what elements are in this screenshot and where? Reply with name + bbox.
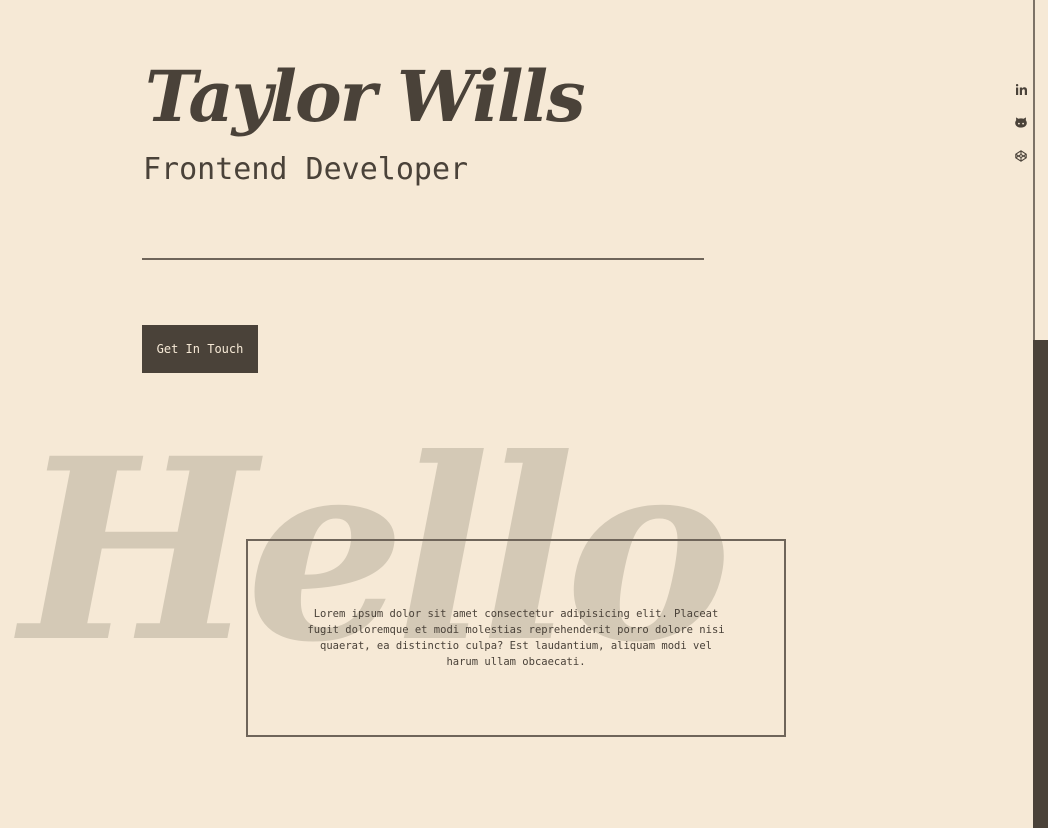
- get-in-touch-button[interactable]: Get In Touch: [142, 325, 258, 373]
- hero-role: Frontend Developer: [143, 152, 469, 187]
- social-links: [1010, 82, 1032, 183]
- codepen-icon: [1015, 150, 1027, 162]
- github-icon: [1015, 117, 1027, 128]
- linkedin-icon: [1015, 84, 1027, 95]
- about-box: Lorem ipsum dolor sit amet consectetur a…: [246, 539, 786, 737]
- codepen-link[interactable]: [1010, 150, 1032, 168]
- about-text: Lorem ipsum dolor sit amet consectetur a…: [307, 608, 725, 668]
- hero-divider: [142, 258, 704, 260]
- hero-name: Taylor Wills: [145, 55, 586, 138]
- github-link[interactable]: [1010, 117, 1032, 135]
- scrollbar-thumb[interactable]: [1033, 340, 1048, 828]
- linkedin-link[interactable]: [1010, 84, 1032, 102]
